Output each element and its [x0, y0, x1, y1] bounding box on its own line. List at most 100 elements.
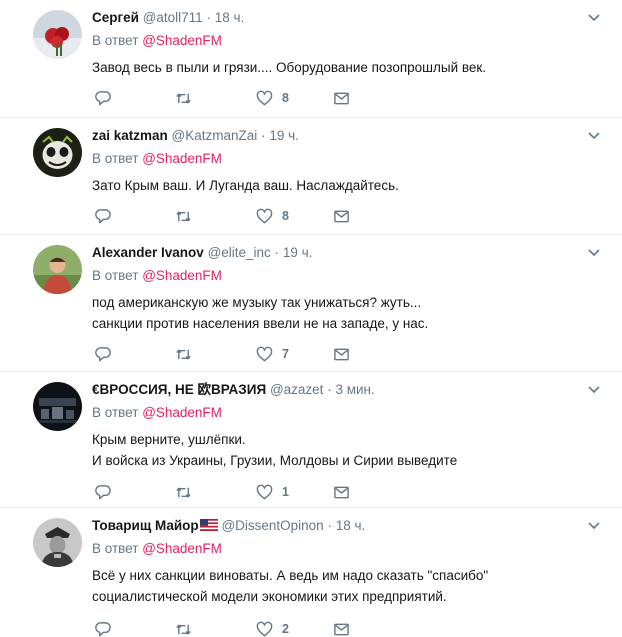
reply-prefix: В ответ — [92, 405, 139, 420]
tweet-header: zai katzman @KatzmanZai · 19 ч. — [92, 127, 602, 145]
tweet-header: €ВРОССИЯ, НЕ 欧ВРАЗИЯ @azazet · 3 мин. — [92, 381, 602, 399]
user-handle[interactable]: @atoll711 — [143, 10, 203, 25]
reply-button[interactable] — [95, 89, 112, 107]
like-button[interactable]: 8 — [256, 89, 289, 107]
tweet-actions: 1 — [95, 483, 365, 501]
direct-message-icon — [334, 486, 349, 498]
timestamp[interactable]: 3 мин. — [335, 382, 374, 397]
reply-prefix: В ответ — [92, 268, 139, 283]
reply-context: В ответ @ShadenFM — [92, 151, 602, 167]
like-icon — [256, 208, 273, 223]
like-icon — [256, 90, 273, 105]
tweet-header: Alexander Ivanov @elite_inc · 19 ч. — [92, 244, 602, 262]
avatar[interactable] — [33, 128, 82, 177]
tweet-content: Сергей @atoll711 · 18 ч. В ответ @Shaden… — [92, 9, 602, 78]
direct-message-button[interactable] — [333, 620, 350, 637]
display-name[interactable]: zai katzman — [92, 128, 168, 143]
avatar[interactable] — [33, 245, 82, 294]
chevron-down-icon[interactable] — [586, 381, 602, 397]
timestamp[interactable]: 19 ч. — [283, 245, 313, 260]
display-name[interactable]: Сергей — [92, 10, 139, 25]
tweet-text: Зато Крым ваш. И Луганда ваш. Наслаждайт… — [92, 175, 602, 196]
reply-icon — [95, 484, 111, 499]
reply-context: В ответ @ShadenFM — [92, 33, 602, 49]
reply-icon — [95, 208, 111, 223]
direct-message-button[interactable] — [333, 483, 350, 501]
tweet-content: zai katzman @KatzmanZai · 19 ч. В ответ … — [92, 127, 602, 196]
tweet-text: Крым верните, ушлёпки. И войска из Украи… — [92, 429, 602, 471]
tweet-actions: 7 — [95, 345, 365, 363]
retweet-icon — [176, 624, 191, 634]
tweet-content: €ВРОССИЯ, НЕ 欧ВРАЗИЯ @azazet · 3 мин. В … — [92, 381, 602, 471]
display-name[interactable]: Товарищ Майор — [92, 518, 199, 533]
chevron-down-icon[interactable] — [586, 517, 602, 533]
chevron-down-icon[interactable] — [586, 9, 602, 25]
tweet-text: под американскую же музыку так унижаться… — [92, 292, 602, 334]
like-button[interactable]: 7 — [256, 345, 289, 363]
user-handle[interactable]: @KatzmanZai — [172, 128, 258, 143]
avatar-image — [33, 518, 82, 567]
separator-dot: · — [206, 10, 211, 25]
retweet-button[interactable] — [175, 345, 192, 363]
avatar-image — [33, 128, 82, 177]
direct-message-button[interactable] — [333, 89, 350, 107]
timestamp[interactable]: 18 ч. — [336, 518, 366, 533]
reply-button[interactable] — [95, 620, 112, 637]
chevron-down-icon[interactable] — [586, 127, 602, 143]
display-name[interactable]: Alexander Ivanov — [92, 245, 204, 260]
retweet-button[interactable] — [175, 207, 192, 225]
timestamp[interactable]: 18 ч. — [215, 10, 245, 25]
direct-message-button[interactable] — [333, 345, 350, 363]
reply-button[interactable] — [95, 207, 112, 225]
retweet-button[interactable] — [175, 620, 192, 637]
retweet-button[interactable] — [175, 483, 192, 501]
like-button[interactable]: 1 — [256, 483, 289, 501]
user-handle[interactable]: @azazet — [270, 382, 323, 397]
tweet-text-line: санкции против населения ввели не на зап… — [92, 316, 429, 331]
direct-message-icon — [334, 92, 349, 104]
direct-message-icon — [334, 210, 349, 222]
reply-context: В ответ @ShadenFM — [92, 268, 602, 284]
tweet-actions: 2 — [95, 620, 365, 637]
retweet-icon — [176, 349, 191, 359]
reply-context: В ответ @ShadenFM — [92, 541, 602, 557]
reply-prefix: В ответ — [92, 151, 139, 166]
avatar[interactable] — [33, 382, 82, 431]
chevron-down-icon[interactable] — [586, 244, 602, 260]
avatar[interactable] — [33, 518, 82, 567]
reply-button[interactable] — [95, 345, 112, 363]
avatar[interactable] — [33, 10, 82, 59]
reply-icon — [95, 346, 111, 361]
reply-button[interactable] — [95, 483, 112, 501]
direct-message-icon — [334, 623, 349, 635]
like-count: 8 — [282, 209, 289, 223]
retweet-button[interactable] — [175, 89, 192, 107]
tweet[interactable]: €ВРОССИЯ, НЕ 欧ВРАЗИЯ @azazet · 3 мин. В … — [0, 372, 622, 508]
like-count: 8 — [282, 91, 289, 105]
tweet[interactable]: zai katzman @KatzmanZai · 19 ч. В ответ … — [0, 118, 622, 235]
tweet[interactable]: Товарищ Майор @DissentOpinon · 18 ч. В о… — [0, 508, 622, 637]
tweet-text: Завод весь в пыли и грязи.... Оборудован… — [92, 57, 602, 78]
display-name[interactable]: €ВРОССИЯ, НЕ 欧ВРАЗИЯ — [92, 382, 266, 397]
reply-context: В ответ @ShadenFM — [92, 405, 602, 421]
avatar-image — [33, 245, 82, 294]
reply-to-link[interactable]: @ShadenFM — [142, 268, 222, 283]
timestamp[interactable]: 19 ч. — [269, 128, 299, 143]
like-icon — [256, 346, 273, 361]
reply-to-link[interactable]: @ShadenFM — [142, 405, 222, 420]
like-button[interactable]: 8 — [256, 207, 289, 225]
reply-to-link[interactable]: @ShadenFM — [142, 33, 222, 48]
tweet[interactable]: Сергей @atoll711 · 18 ч. В ответ @Shaden… — [0, 0, 622, 118]
tweet[interactable]: Alexander Ivanov @elite_inc · 19 ч. В от… — [0, 235, 622, 372]
reply-to-link[interactable]: @ShadenFM — [142, 541, 222, 556]
direct-message-icon — [334, 348, 349, 360]
like-button[interactable]: 2 — [256, 620, 289, 637]
direct-message-button[interactable] — [333, 207, 350, 225]
tweet-content: Alexander Ivanov @elite_inc · 19 ч. В от… — [92, 244, 602, 334]
separator-dot: · — [274, 245, 280, 260]
reply-to-link[interactable]: @ShadenFM — [142, 151, 222, 166]
user-handle[interactable]: @DissentOpinon — [221, 518, 323, 533]
tweet-text-line: Всё у них санкции виноваты. А ведь им на… — [92, 568, 489, 583]
like-icon — [256, 484, 273, 499]
user-handle[interactable]: @elite_inc — [208, 245, 271, 260]
